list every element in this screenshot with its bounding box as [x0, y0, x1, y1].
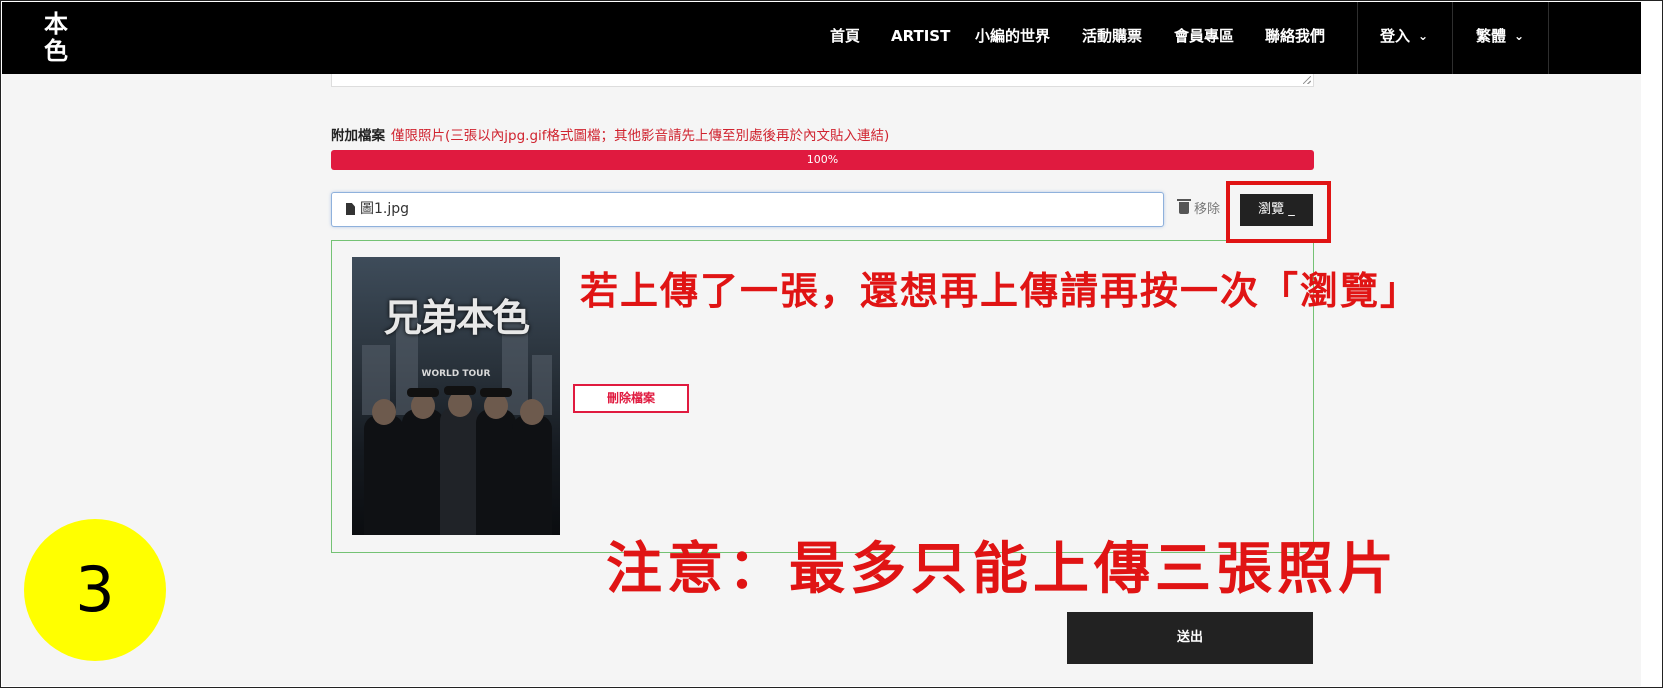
- resize-handle-icon[interactable]: [1303, 76, 1311, 84]
- uploaded-image-preview: 兄弟本色 WORLD TOUR: [352, 257, 560, 535]
- file-icon: [346, 203, 355, 215]
- language-menu[interactable]: 繁體 ⌄: [1476, 2, 1524, 74]
- page-gutter: [1641, 0, 1665, 690]
- file-name-field[interactable]: 圖1.jpg: [331, 192, 1164, 227]
- attachment-label-row: 附加檔案 僅限照片(三張以內jpg.gif格式圖檔；其他影音請先上傳至別處後再於內…: [331, 124, 889, 144]
- upload-tip-annotation: 若上傳了一張，還想再上傳請再按一次「瀏覽」: [580, 269, 1421, 313]
- navbar: 本色 首頁 ARTIST 小編的世界 活動購票 會員專區 聯絡我們 登入 ⌄ 繁體…: [2, 2, 1641, 74]
- login-menu[interactable]: 登入 ⌄: [1380, 2, 1428, 74]
- file-name: 圖1.jpg: [360, 201, 410, 217]
- submit-button[interactable]: 送出: [1067, 612, 1313, 664]
- nav-item-editor-world[interactable]: 小編的世界: [975, 2, 1050, 74]
- remove-label: 移除: [1194, 202, 1221, 217]
- upload-progress-bar: 100%: [331, 150, 1314, 170]
- language-label: 繁體: [1476, 27, 1507, 45]
- browse-highlight-box: [1226, 181, 1331, 243]
- delete-file-button[interactable]: 刪除檔案: [573, 384, 689, 413]
- nav-item-members[interactable]: 會員專區: [1174, 2, 1234, 74]
- attachment-note: 僅限照片(三張以內jpg.gif格式圖檔；其他影音請先上傳至別處後再於內文貼入連…: [391, 128, 890, 144]
- attachment-label: 附加檔案: [331, 128, 385, 144]
- website-view: 本色 首頁 ARTIST 小編的世界 活動購票 會員專區 聯絡我們 登入 ⌄ 繁體…: [2, 2, 1641, 686]
- nav-item-tickets[interactable]: 活動購票: [1082, 2, 1142, 74]
- site-logo[interactable]: 本色: [42, 10, 70, 66]
- poster-subtitle: WORLD TOUR: [421, 369, 491, 379]
- nav-divider: [1452, 2, 1453, 74]
- chevron-down-icon: ⌄: [1418, 29, 1429, 43]
- content-textarea[interactable]: [331, 74, 1314, 87]
- poster-title: 兄弟本色: [383, 295, 530, 340]
- nav-item-artist[interactable]: ARTIST: [891, 2, 950, 74]
- nav-divider: [1548, 2, 1549, 74]
- upload-progress-text: 100%: [806, 153, 839, 166]
- remove-file-button[interactable]: 移除: [1177, 192, 1221, 227]
- nav-item-home[interactable]: 首頁: [830, 2, 860, 74]
- trash-icon: [1177, 199, 1191, 214]
- login-label: 登入: [1380, 27, 1411, 45]
- nav-item-contact[interactable]: 聯絡我們: [1265, 2, 1325, 74]
- limit-note-annotation: 注意：最多只能上傳三張照片: [606, 537, 1399, 602]
- chevron-down-icon: ⌄: [1514, 29, 1525, 43]
- nav-divider: [1357, 2, 1358, 74]
- step-number-badge: 3: [24, 519, 166, 661]
